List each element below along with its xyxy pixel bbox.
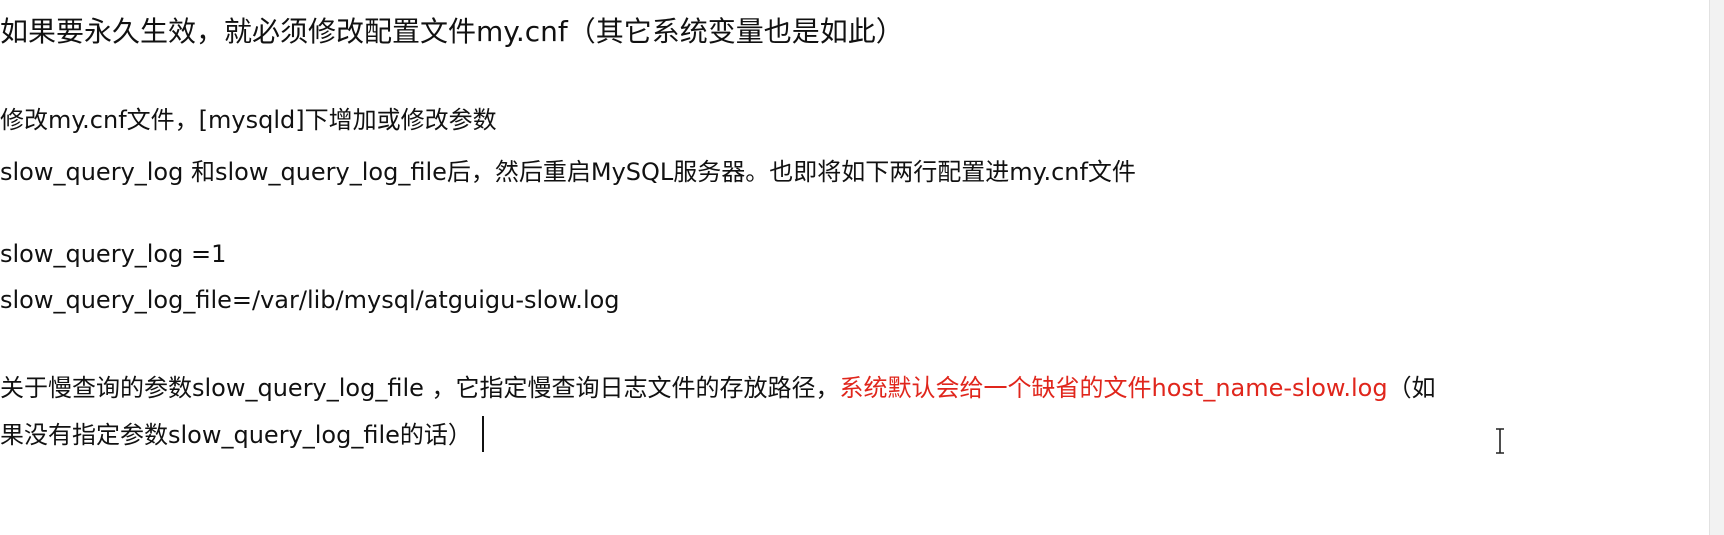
paragraph-modify-mycnf: 修改my.cnf文件，[mysqld]下增加或修改参数 bbox=[0, 106, 497, 134]
text-caret bbox=[481, 416, 484, 452]
paragraph-restart-mysql: slow_query_log 和slow_query_log_file后，然后重… bbox=[0, 158, 1136, 186]
log-file-path-text: 关于慢查询的参数slow_query_log_file ，它指定慢查询日志文件的… bbox=[0, 374, 840, 402]
document-body[interactable]: 如果要永久生效，就必须修改配置文件my.cnf（其它系统变量也是如此） 修改my… bbox=[0, 0, 1724, 535]
vertical-scrollbar[interactable] bbox=[1709, 0, 1724, 535]
paragraph-log-file-path: 关于慢查询的参数slow_query_log_file ，它指定慢查询日志文件的… bbox=[0, 376, 1436, 400]
config-line-slow-query-log: slow_query_log =1 bbox=[0, 240, 227, 268]
log-file-path-text-tail: （如 bbox=[1387, 374, 1436, 402]
paragraph-log-file-path-continued: 果没有指定参数slow_query_log_file的话） bbox=[0, 416, 484, 452]
log-file-path-text-line2: 果没有指定参数slow_query_log_file的话） bbox=[0, 421, 472, 449]
config-line-slow-query-log-file: slow_query_log_file=/var/lib/mysql/atgui… bbox=[0, 286, 620, 314]
heading-permanent-config: 如果要永久生效，就必须修改配置文件my.cnf（其它系统变量也是如此） bbox=[0, 15, 904, 48]
ibeam-cursor-icon bbox=[1496, 428, 1504, 454]
default-file-highlight: 系统默认会给一个缺省的文件host_name-slow.log bbox=[839, 374, 1388, 402]
